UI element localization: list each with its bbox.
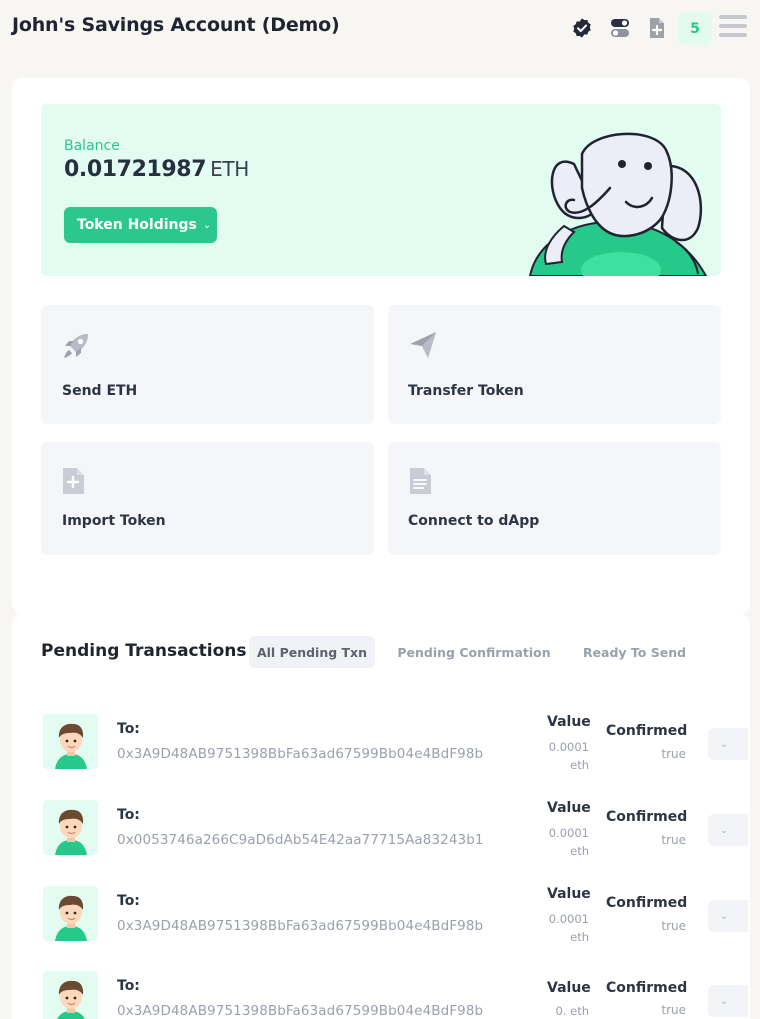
toggle-icon[interactable] [608, 16, 632, 40]
tab-ready-to-send[interactable]: Ready To Send [576, 636, 693, 668]
recipient-label: To: [117, 721, 140, 737]
confirmed-value: true [661, 919, 686, 933]
value-amount: 0. eth [540, 1002, 589, 1019]
row-action-button[interactable]: ⌄ [708, 900, 748, 932]
balance-label: Balance [64, 138, 120, 154]
recipient-label: To: [117, 978, 140, 994]
recipient-label: To: [117, 807, 140, 823]
value-number: 0.0001 [548, 740, 589, 754]
action-label: Import Token [62, 513, 166, 529]
confirmed-label: Confirmed [606, 809, 688, 825]
action-label: Connect to dApp [408, 513, 540, 529]
transaction-row[interactable]: To: 0x3A9D48AB9751398BbFa63ad67599Bb04e4… [0, 971, 760, 1019]
transaction-row[interactable]: To: 0x0053746a266C9aD6dAb54E42aa77715Aa8… [0, 800, 760, 886]
import-token-button[interactable]: Import Token [41, 442, 374, 555]
recipient-address: 0x0053746a266C9aD6dAb54E42aa77715Aa83243… [117, 832, 484, 848]
add-file-icon [63, 468, 84, 494]
action-label: Transfer Token [408, 383, 524, 399]
value-label: Value [547, 980, 591, 996]
action-label: Send ETH [62, 383, 138, 399]
tab-all-pending[interactable]: All Pending Txn [249, 636, 375, 668]
value-label: Value [547, 714, 591, 730]
token-holdings-label: Token Holdings [77, 217, 197, 233]
balance-value: 0.01721987 [64, 157, 207, 182]
token-holdings-button[interactable]: Token Holdings ⌄ [64, 207, 217, 243]
recipient-address: 0x3A9D48AB9751398BbFa63ad67599Bb04e4BdF9… [117, 746, 484, 762]
send-eth-button[interactable]: Send ETH [41, 305, 374, 424]
value-unit: eth [570, 844, 589, 858]
value-amount: 0.0001 eth [540, 824, 589, 860]
confirmed-value: true [661, 747, 686, 761]
pending-transactions-title: Pending Transactions [41, 641, 247, 661]
verified-badge-icon[interactable] [570, 16, 594, 40]
app-header: John's Savings Account (Demo) 5 [0, 0, 760, 56]
value-unit: eth [570, 1004, 589, 1018]
value-label: Value [547, 886, 591, 902]
value-number: 0. [555, 1004, 567, 1018]
tab-pending-confirmation[interactable]: Pending Confirmation [392, 636, 556, 668]
transfer-token-button[interactable]: Transfer Token [388, 305, 721, 424]
recipient-address: 0x3A9D48AB9751398BbFa63ad67599Bb04e4BdF9… [117, 1003, 484, 1019]
avatar [43, 714, 98, 769]
transaction-row[interactable]: To: 0x3A9D48AB9751398BbFa63ad67599Bb04e4… [0, 886, 760, 972]
confirmed-value: true [661, 833, 686, 847]
balance-amount: 0.01721987 ETH [64, 157, 249, 182]
paper-plane-icon [410, 332, 436, 358]
row-action-button[interactable]: ⌄ [708, 814, 748, 846]
recipient-label: To: [117, 893, 140, 909]
avatar [43, 800, 98, 855]
rocket-icon [64, 334, 88, 358]
value-amount: 0.0001 eth [540, 738, 589, 774]
row-action-button[interactable]: ⌄ [708, 985, 748, 1017]
value-amount: 0.0001 eth [540, 910, 589, 946]
confirmed-label: Confirmed [606, 895, 688, 911]
value-unit: eth [570, 930, 589, 944]
balance-panel: Balance 0.01721987 ETH Token Holdings ⌄ [41, 104, 721, 276]
elephant-mascot-illustration [528, 132, 708, 276]
avatar [43, 971, 98, 1019]
row-action-button[interactable]: ⌄ [708, 728, 748, 760]
page-title: John's Savings Account (Demo) [12, 14, 340, 36]
notification-badge[interactable]: 5 [678, 12, 712, 45]
recipient-address: 0x3A9D48AB9751398BbFa63ad67599Bb04e4BdF9… [117, 918, 484, 934]
transaction-row[interactable]: To: 0x3A9D48AB9751398BbFa63ad67599Bb04e4… [0, 714, 760, 800]
value-number: 0.0001 [548, 826, 589, 840]
value-number: 0.0001 [548, 912, 589, 926]
confirmed-label: Confirmed [606, 980, 688, 996]
hamburger-menu-icon[interactable] [719, 15, 747, 41]
confirmed-label: Confirmed [606, 723, 688, 739]
balance-unit: ETH [210, 157, 249, 181]
chevron-down-icon: ⌄ [202, 219, 212, 231]
confirmed-value: true [661, 1003, 686, 1017]
value-unit: eth [570, 758, 589, 772]
document-icon [410, 468, 431, 494]
add-document-icon[interactable] [645, 16, 669, 40]
value-label: Value [547, 800, 591, 816]
connect-dapp-button[interactable]: Connect to dApp [388, 442, 721, 555]
avatar [43, 886, 98, 941]
